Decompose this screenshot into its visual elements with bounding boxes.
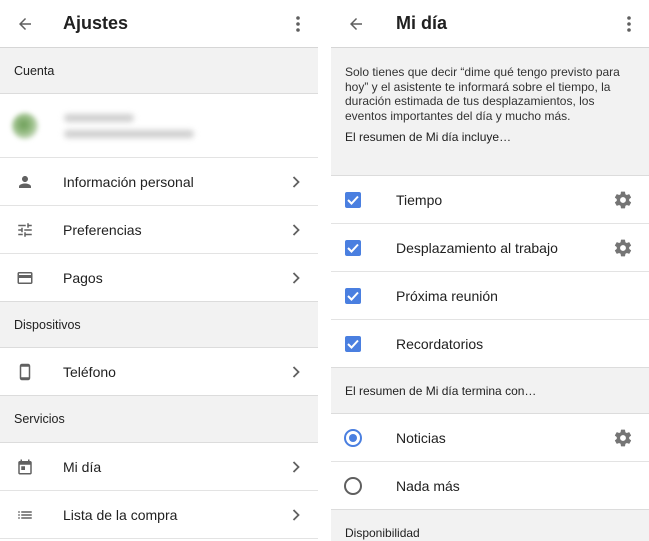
calendar-icon bbox=[0, 458, 50, 476]
section-header-servicios: Servicios bbox=[0, 396, 318, 443]
tune-sliders-icon bbox=[0, 221, 50, 239]
checkbox-checked[interactable] bbox=[345, 335, 361, 352]
settings-panel: Ajustes Cuenta Información personal Pref… bbox=[0, 0, 318, 541]
chevron-right-icon bbox=[292, 175, 300, 188]
checkbox-checked[interactable] bbox=[345, 239, 361, 256]
list-icon bbox=[0, 506, 50, 524]
menu-item-label: Información personal bbox=[63, 173, 194, 190]
page-title: Ajustes bbox=[63, 13, 129, 33]
gear-icon[interactable] bbox=[613, 190, 633, 210]
gear-icon[interactable] bbox=[613, 428, 633, 448]
includes-header-text: El resumen de Mi día incluye… bbox=[345, 130, 512, 144]
chevron-right-icon bbox=[292, 460, 300, 473]
menu-item-informacion-personal[interactable]: Información personal bbox=[0, 158, 318, 206]
option-label: Tiempo bbox=[396, 191, 443, 208]
chevron-right-icon bbox=[292, 508, 300, 521]
menu-item-label: Teléfono bbox=[63, 363, 116, 380]
panel-divider bbox=[318, 0, 331, 541]
credit-card-icon bbox=[0, 269, 50, 287]
option-desplazamiento[interactable]: Desplazamiento al trabajo bbox=[331, 224, 649, 272]
person-icon bbox=[0, 173, 50, 191]
account-profile-row[interactable] bbox=[0, 94, 318, 158]
menu-item-label: Preferencias bbox=[63, 221, 142, 238]
ends-header: El resumen de Mi día termina con… bbox=[331, 368, 649, 414]
checkbox-checked[interactable] bbox=[345, 191, 361, 208]
menu-item-label: Pagos bbox=[63, 269, 103, 286]
more-vert-icon[interactable] bbox=[617, 0, 641, 48]
avatar bbox=[12, 112, 38, 139]
chevron-right-icon bbox=[292, 223, 300, 236]
availability-header-text: Disponibilidad bbox=[345, 525, 420, 540]
menu-item-preferencias[interactable]: Preferencias bbox=[0, 206, 318, 254]
menu-item-telefono[interactable]: Teléfono bbox=[0, 348, 318, 396]
option-noticias[interactable]: Noticias bbox=[331, 414, 649, 462]
back-arrow-icon[interactable] bbox=[0, 0, 50, 48]
option-label: Recordatorios bbox=[396, 335, 484, 352]
smartphone-icon bbox=[0, 362, 50, 382]
mi-dia-app-bar: Mi día bbox=[331, 0, 649, 48]
back-arrow-icon[interactable] bbox=[331, 0, 381, 48]
menu-item-label: Mi día bbox=[63, 458, 102, 475]
menu-item-label: Lista de la compra bbox=[63, 506, 178, 523]
option-recordatorios[interactable]: Recordatorios bbox=[331, 320, 649, 368]
page-title: Mi día bbox=[396, 13, 448, 33]
checkbox-checked[interactable] bbox=[345, 287, 361, 304]
gear-icon[interactable] bbox=[613, 238, 633, 258]
section-header-dispositivos: Dispositivos bbox=[0, 302, 318, 348]
ends-header-text: El resumen de Mi día termina con… bbox=[345, 383, 537, 398]
option-nada-mas[interactable]: Nada más bbox=[331, 462, 649, 510]
option-label: Próxima reunión bbox=[396, 287, 498, 304]
chevron-right-icon bbox=[292, 365, 300, 378]
includes-header: El resumen de Mi día incluye… bbox=[331, 130, 649, 176]
menu-item-mi-dia[interactable]: Mi día bbox=[0, 443, 318, 491]
settings-app-bar: Ajustes bbox=[0, 0, 318, 48]
option-label: Nada más bbox=[396, 477, 460, 494]
chevron-right-icon bbox=[292, 271, 300, 284]
option-label: Desplazamiento al trabajo bbox=[396, 239, 558, 256]
menu-item-pagos[interactable]: Pagos bbox=[0, 254, 318, 302]
mi-dia-description: Solo tienes que decir “dime qué tengo pr… bbox=[331, 48, 649, 130]
more-vert-icon[interactable] bbox=[286, 0, 310, 48]
radio-unselected[interactable] bbox=[344, 476, 362, 495]
option-tiempo[interactable]: Tiempo bbox=[331, 176, 649, 224]
radio-selected[interactable] bbox=[344, 428, 362, 447]
option-label: Noticias bbox=[396, 429, 446, 446]
menu-item-lista-compra[interactable]: Lista de la compra bbox=[0, 491, 318, 539]
option-proxima-reunion[interactable]: Próxima reunión bbox=[331, 272, 649, 320]
mi-dia-panel: Mi día Solo tienes que decir “dime qué t… bbox=[331, 0, 649, 541]
blurred-account-info bbox=[64, 113, 194, 138]
availability-header: Disponibilidad bbox=[331, 510, 649, 541]
section-header-cuenta: Cuenta bbox=[0, 48, 318, 94]
